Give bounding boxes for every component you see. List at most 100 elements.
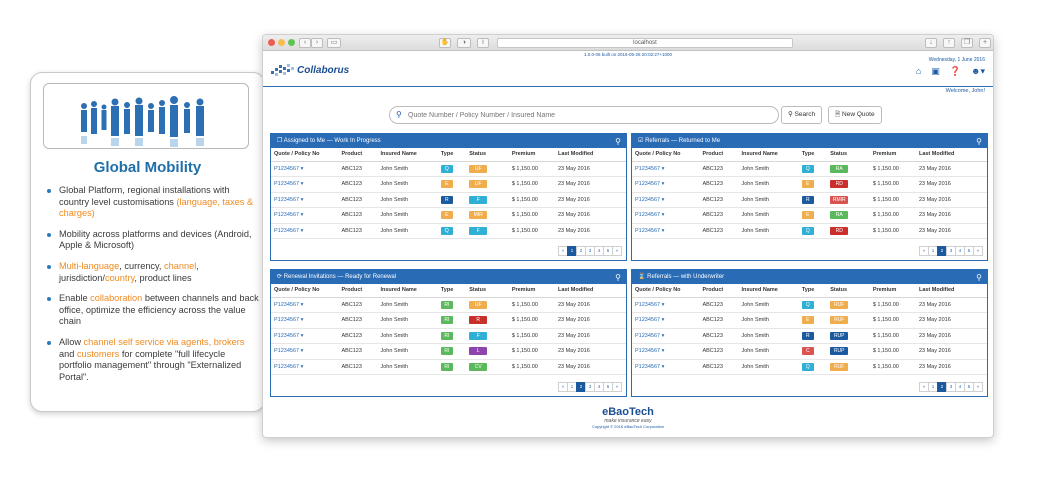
policy-link[interactable]: P1234567 ▾ [632,359,700,375]
column-header[interactable]: Quote / Policy No [271,148,339,162]
page-button[interactable]: » [973,246,983,256]
caret-down-icon[interactable]: ▾ [662,364,665,370]
close-window-button[interactable] [268,39,275,46]
policy-link[interactable]: P1234567 ▾ [632,161,700,177]
column-header[interactable]: Last Modified [915,284,987,298]
table-row[interactable]: P1234567 ▾ ABC123 John Smith R RUP $ 1,150.00… [632,328,987,344]
policy-number[interactable]: P1234567 [274,166,299,172]
policy-link[interactable]: P1234567 ▾ [271,176,339,193]
column-header[interactable]: Status [827,148,870,162]
policy-link[interactable]: P1234567 ▾ [632,343,700,360]
share-icon[interactable]: ↑ [943,38,955,48]
column-header[interactable]: Quote / Policy No [632,284,700,298]
policy-number[interactable]: P1234567 [274,333,299,339]
policy-number[interactable]: P1234567 [635,181,660,187]
language-icon[interactable]: ▣ [931,66,940,77]
table-row[interactable]: P1234567 ▾ ABC123 John Smith RI R $ 1,150.00 2… [271,312,626,329]
policy-number[interactable]: P1234567 [274,348,299,354]
policy-link[interactable]: P1234567 ▾ [271,192,339,208]
zoom-icon[interactable]: ⚲ [976,135,982,149]
policy-link[interactable]: P1234567 ▾ [632,312,700,329]
policy-number[interactable]: P1234567 [274,181,299,187]
column-header[interactable]: Product [699,148,739,162]
column-header[interactable]: Quote / Policy No [271,284,339,298]
table-row[interactable]: P1234567 ▾ ABC123 John Smith R F $ 1,150.00 23… [271,192,626,208]
policy-number[interactable]: P1234567 [635,197,660,203]
policy-number[interactable]: P1234567 [635,364,660,370]
table-row[interactable]: P1234567 ▾ ABC123 John Smith Q UF $ 1,150.00 2… [271,161,626,177]
table-row[interactable]: P1234567 ▾ ABC123 John Smith RI F $ 1,150.00 2… [271,328,626,344]
policy-link[interactable]: P1234567 ▾ [632,192,700,208]
caret-down-icon[interactable]: ▾ [301,181,304,187]
table-row[interactable]: P1234567 ▾ ABC123 John Smith RI CV $ 1,150.00… [271,359,626,375]
maximize-window-button[interactable] [288,39,295,46]
policy-number[interactable]: P1234567 [274,317,299,323]
caret-down-icon[interactable]: ▾ [662,166,665,172]
column-header[interactable]: Type [437,148,467,162]
column-header[interactable]: Last Modified [554,284,626,298]
column-header[interactable]: Insured Name [738,148,799,162]
policy-link[interactable]: P1234567 ▾ [271,312,339,329]
column-header[interactable]: Status [827,284,870,298]
column-header[interactable]: Type [437,284,467,298]
user-menu-icon[interactable]: ☻▾ [971,66,985,77]
column-header[interactable]: Type [798,148,828,162]
table-row[interactable]: P1234567 ▾ ABC123 John Smith E MIR $ 1,150.00… [271,207,626,224]
table-row[interactable]: P1234567 ▾ ABC123 John Smith R RMIR $ 1,150.0… [632,192,987,208]
caret-down-icon[interactable]: ▾ [662,212,665,218]
page-button[interactable]: » [612,246,622,256]
column-header[interactable]: Premium [869,284,916,298]
column-header[interactable]: Premium [508,284,555,298]
new-tab-icon[interactable]: + [979,38,991,48]
help-icon[interactable]: ❓ [950,66,961,77]
policy-number[interactable]: P1234567 [635,333,660,339]
table-row[interactable]: P1234567 ▾ ABC123 John Smith Q RUF $ 1,150.00… [632,359,987,375]
back-icon[interactable]: ‹ [299,38,311,48]
forward-icon[interactable]: › [311,38,323,48]
policy-number[interactable]: P1234567 [635,228,660,234]
policy-link[interactable]: P1234567 ▾ [632,328,700,344]
policy-link[interactable]: P1234567 ▾ [632,207,700,224]
info-icon[interactable]: i [477,38,489,48]
column-header[interactable]: Status [466,148,509,162]
policy-number[interactable]: P1234567 [274,212,299,218]
caret-down-icon[interactable]: ▾ [301,364,304,370]
search-button[interactable]: ⚲ Search [781,106,823,124]
caret-down-icon[interactable]: ▾ [301,197,304,203]
caret-down-icon[interactable]: ▾ [662,333,665,339]
table-row[interactable]: P1234567 ▾ ABC123 John Smith RI UF $ 1,150.00… [271,297,626,313]
policy-link[interactable]: P1234567 ▾ [271,359,339,375]
policy-number[interactable]: P1234567 [274,302,299,308]
page-button[interactable]: » [612,382,622,392]
policy-link[interactable]: P1234567 ▾ [271,223,339,239]
column-header[interactable]: Last Modified [554,148,626,162]
table-row[interactable]: P1234567 ▾ ABC123 John Smith E RD $ 1,150.00 2… [632,176,987,193]
policy-link[interactable]: P1234567 ▾ [632,297,700,313]
zoom-icon[interactable]: ⚲ [976,271,982,285]
column-header[interactable]: Quote / Policy No [632,148,700,162]
table-row[interactable]: P1234567 ▾ ABC123 John Smith E RA $ 1,150.00 2… [632,207,987,224]
caret-down-icon[interactable]: ▾ [662,317,665,323]
policy-number[interactable]: P1234567 [635,302,660,308]
table-row[interactable]: P1234567 ▾ ABC123 John Smith Q F $ 1,150.00 23… [271,223,626,239]
caret-down-icon[interactable]: ▾ [301,317,304,323]
new-quote-button[interactable]: 🗎 New Quote [828,106,882,124]
policy-link[interactable]: P1234567 ▾ [271,207,339,224]
minimize-window-button[interactable] [278,39,285,46]
sidebar-icon[interactable]: ▭ [327,38,341,48]
column-header[interactable]: Product [338,148,378,162]
download-icon[interactable]: ↓ [925,38,937,48]
caret-down-icon[interactable]: ▾ [662,228,665,234]
policy-number[interactable]: P1234567 [274,197,299,203]
policy-link[interactable]: P1234567 ▾ [271,161,339,177]
address-bar[interactable]: localhost [497,38,793,48]
caret-down-icon[interactable]: ▾ [301,166,304,172]
policy-number[interactable]: P1234567 [274,228,299,234]
table-row[interactable]: P1234567 ▾ ABC123 John Smith E RUF $ 1,150.00… [632,312,987,329]
column-header[interactable]: Insured Name [738,284,799,298]
app-logo[interactable]: Collaborus [269,62,349,78]
table-row[interactable]: P1234567 ▾ ABC123 John Smith Q RA $ 1,150.00 2… [632,161,987,177]
table-row[interactable]: P1234567 ▾ ABC123 John Smith E UF $ 1,150.00 2… [271,176,626,193]
toggle-icon[interactable]: ◑ [457,38,471,48]
caret-down-icon[interactable]: ▾ [301,228,304,234]
